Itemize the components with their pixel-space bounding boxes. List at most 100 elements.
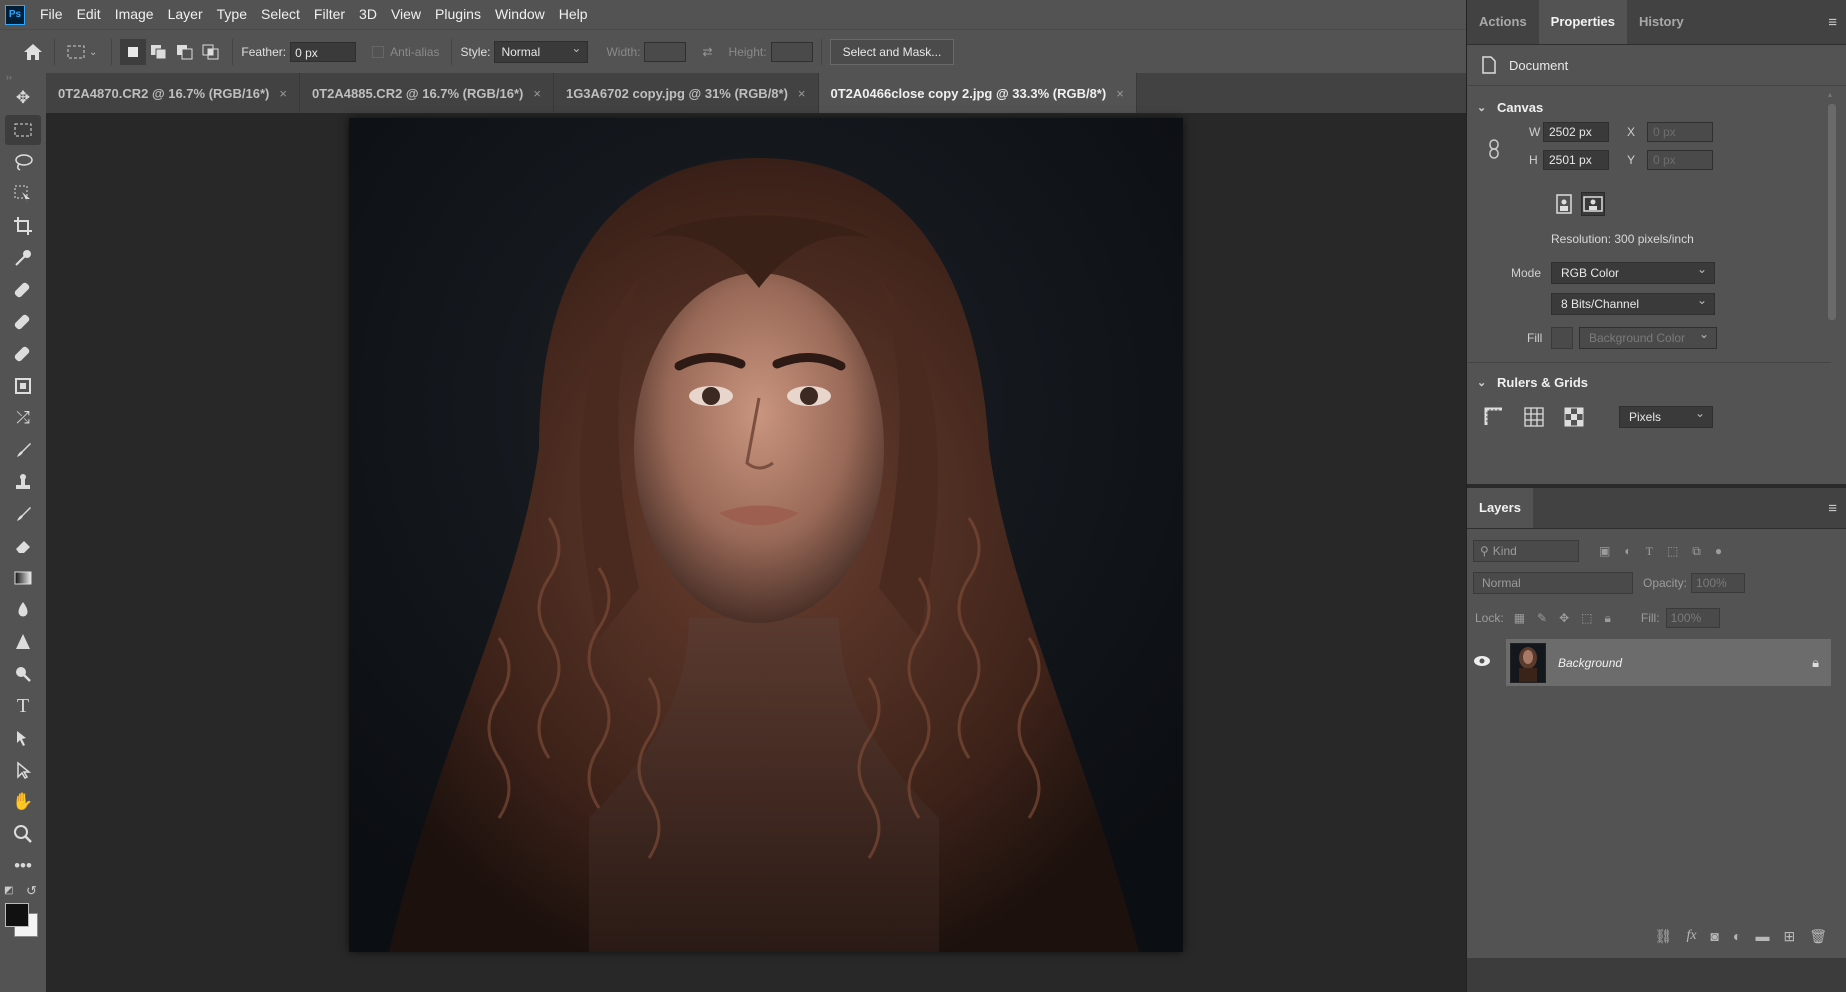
layer-filter-select[interactable]: ⚲ Kind [1473, 540, 1579, 562]
brush-tool-icon[interactable] [5, 435, 41, 465]
link-layers-icon[interactable]: ⛓ [1655, 928, 1673, 945]
ruler-icon[interactable] [1483, 406, 1505, 428]
grid-icon[interactable] [1523, 406, 1545, 428]
lasso-tool-icon[interactable] [5, 147, 41, 177]
add-selection-icon[interactable] [146, 39, 172, 65]
spot-healing-brush-icon[interactable] [5, 275, 41, 305]
tab-properties[interactable]: Properties [1538, 0, 1627, 44]
delete-layer-icon[interactable]: 🗑︎ [1809, 928, 1827, 945]
patch-tool-icon[interactable] [5, 339, 41, 369]
layer-lock-icon[interactable]: 🔒︎ [1812, 655, 1819, 671]
document-tab-active[interactable]: 0T2A0466close copy 2.jpg @ 33.3% (RGB/8*… [818, 73, 1137, 113]
type-filter-icon[interactable]: T [1646, 544, 1653, 559]
height-input[interactable] [770, 42, 813, 62]
menu-filter[interactable]: Filter [307, 0, 352, 29]
properties-scrollbar[interactable]: ▴ [1828, 90, 1840, 440]
close-icon[interactable]: × [798, 86, 806, 101]
visibility-eye-icon[interactable] [1473, 654, 1491, 670]
close-icon[interactable]: × [279, 86, 287, 101]
close-icon[interactable]: × [533, 86, 541, 101]
layer-row[interactable]: Background 🔒︎ [1506, 639, 1831, 686]
dodge-tool-icon[interactable] [5, 627, 41, 657]
style-select[interactable]: Normal [494, 38, 589, 63]
default-colors-icon[interactable]: ◩ [4, 885, 13, 896]
image-filter-icon[interactable]: ▣ [1599, 544, 1610, 558]
close-icon[interactable]: × [1116, 86, 1124, 101]
panel-menu-icon[interactable]: ≡ [1828, 14, 1837, 31]
document-tab[interactable]: 1G3A6702 copy.jpg @ 31% (RGB/8*) × [554, 73, 819, 113]
menu-select[interactable]: Select [254, 0, 307, 29]
menu-type[interactable]: Type [210, 0, 254, 29]
tab-actions[interactable]: Actions [1467, 0, 1539, 44]
lock-all-icon[interactable]: 🔒︎ [1605, 611, 1611, 626]
landscape-orientation-icon[interactable] [1581, 192, 1605, 216]
feather-input[interactable]: 0 px [290, 42, 357, 62]
history-brush-tool-icon[interactable] [5, 499, 41, 529]
lock-pixels-icon[interactable]: ✎ [1537, 611, 1547, 625]
shape-filter-icon[interactable]: ⬚ [1667, 544, 1678, 558]
scroll-up-icon[interactable]: ▴ [1828, 90, 1834, 99]
menu-file[interactable]: File [33, 0, 70, 29]
red-eye-tool-icon[interactable]: ⤮ [5, 403, 41, 433]
chevron-down-icon[interactable]: ⌄ [89, 47, 97, 58]
menu-plugins[interactable]: Plugins [428, 0, 488, 29]
width-input[interactable] [644, 42, 687, 62]
zoom-tool-icon[interactable] [5, 819, 41, 849]
move-tool-icon[interactable]: ✥ [5, 83, 41, 113]
panel-menu-icon[interactable]: ≡ [1828, 500, 1837, 517]
canvas-section-header[interactable]: ⌄ Canvas [1467, 92, 1846, 122]
pen-tool-icon[interactable] [5, 659, 41, 689]
menu-window[interactable]: Window [488, 0, 552, 29]
fill-color-swatch[interactable] [1551, 327, 1573, 349]
document-tab[interactable]: 0T2A4870.CR2 @ 16.7% (RGB/16*) × [46, 73, 300, 113]
content-aware-move-icon[interactable] [5, 371, 41, 401]
transparency-grid-icon[interactable] [1563, 406, 1585, 428]
object-selection-tool-icon[interactable] [5, 179, 41, 209]
menu-image[interactable]: Image [108, 0, 161, 29]
hand-tool-icon[interactable]: ✋ [5, 787, 41, 817]
healing-brush-icon[interactable] [5, 307, 41, 337]
new-group-icon[interactable]: ▬ [1755, 928, 1769, 944]
canvas-area[interactable] [46, 113, 1466, 992]
menu-help[interactable]: Help [552, 0, 595, 29]
adjustment-filter-icon[interactable]: ◐ [1624, 544, 1631, 558]
scrollbar-thumb[interactable] [1828, 104, 1836, 320]
menu-view[interactable]: View [384, 0, 428, 29]
crop-tool-icon[interactable] [5, 211, 41, 241]
color-mode-select[interactable]: RGB Color [1551, 259, 1715, 284]
menu-edit[interactable]: Edit [70, 0, 108, 29]
chevron-down-icon[interactable]: ⌄ [1477, 101, 1489, 114]
menu-3d[interactable]: 3D [352, 0, 384, 29]
lock-position-icon[interactable]: ✥ [1559, 611, 1569, 625]
direct-selection-tool-icon[interactable] [5, 755, 41, 785]
canvas-height-input[interactable]: 2501 px [1543, 150, 1609, 170]
bit-depth-select[interactable]: 8 Bits/Channel [1551, 290, 1715, 315]
portrait-orientation-icon[interactable] [1553, 193, 1575, 215]
chevron-down-icon[interactable]: ⌄ [1477, 376, 1489, 389]
opacity-input[interactable]: 100% [1691, 573, 1746, 593]
clone-stamp-tool-icon[interactable] [5, 467, 41, 497]
lock-artboard-icon[interactable]: ⬚ [1581, 611, 1592, 625]
anti-alias-checkbox[interactable] [372, 46, 385, 58]
eyedropper-tool-icon[interactable] [5, 243, 41, 273]
canvas-y-input[interactable]: 0 px [1647, 150, 1713, 170]
path-selection-tool-icon[interactable] [5, 723, 41, 753]
ruler-units-select[interactable]: Pixels [1619, 403, 1713, 428]
layer-style-icon[interactable]: fx [1686, 928, 1696, 944]
fill-input[interactable]: 100% [1665, 608, 1720, 628]
intersect-selection-icon[interactable] [198, 39, 224, 65]
menu-layer[interactable]: Layer [161, 0, 210, 29]
smart-object-filter-icon[interactable]: ⧉ [1692, 544, 1701, 559]
new-layer-icon[interactable]: ⊞ [1783, 928, 1795, 945]
blur-tool-icon[interactable] [5, 595, 41, 625]
blend-mode-select[interactable]: Normal [1473, 572, 1633, 594]
canvas-x-input[interactable]: 0 px [1647, 122, 1713, 142]
select-and-mask-button[interactable]: Select and Mask... [829, 39, 955, 65]
expand-toolbar-icon[interactable]: ›› [0, 73, 46, 82]
eraser-tool-icon[interactable] [5, 531, 41, 561]
photoshop-logo[interactable]: Ps [5, 4, 25, 25]
adjustment-layer-icon[interactable]: ◐ [1733, 928, 1741, 944]
more-tools-icon[interactable]: ••• [5, 851, 41, 881]
fill-select[interactable]: Background Color [1579, 324, 1717, 349]
document-tab[interactable]: 0T2A4885.CR2 @ 16.7% (RGB/16*) × [300, 73, 554, 113]
